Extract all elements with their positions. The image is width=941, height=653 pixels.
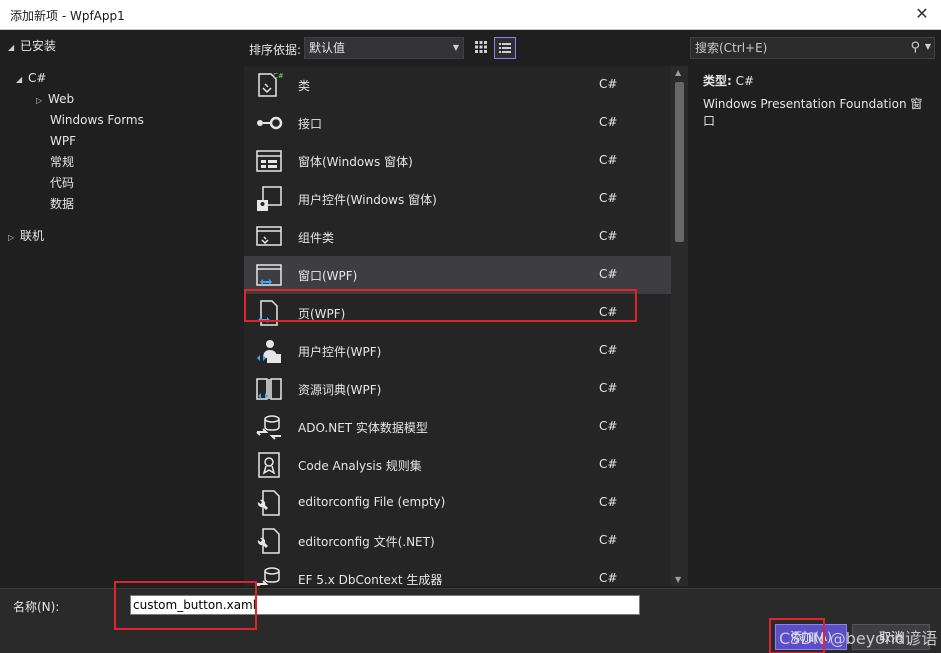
resource-dictionary-icon	[256, 378, 282, 400]
data-model-icon	[256, 415, 281, 440]
search-box: ⚲ ▼	[690, 37, 935, 59]
list-item[interactable]: C# 类 C#	[244, 66, 671, 104]
generator-icon	[256, 567, 280, 586]
collapsed-arrow-icon: ▷	[36, 96, 43, 105]
list-item[interactable]: editorconfig File (empty) C#	[244, 484, 671, 522]
list-item[interactable]: 接口 C#	[244, 104, 671, 142]
svg-text:C#: C#	[273, 72, 284, 80]
tree-item-installed[interactable]: ◢ 已安装	[8, 36, 56, 56]
list-item[interactable]: 页(WPF) C#	[244, 294, 671, 332]
interface-icon	[257, 116, 283, 130]
bottom-bar: 名称(N): 添加(A) 取消 CSDN @beyond谚语	[0, 581, 941, 653]
list-item[interactable]: 用户控件(WPF) C#	[244, 332, 671, 370]
list-scrollbar[interactable]: ▲ ▼	[671, 66, 688, 586]
list-item[interactable]: 资源词典(WPF) C#	[244, 370, 671, 408]
scrollbar-thumb[interactable]	[675, 82, 684, 242]
component-icon	[256, 226, 282, 246]
details-pane: 类型: C# Windows Presentation Foundation 窗…	[690, 66, 941, 588]
config-file-icon	[257, 490, 280, 516]
list-item[interactable]: EF 5.x DbContext 生成器 C#	[244, 560, 671, 586]
user-control-wpf-icon	[257, 340, 281, 363]
tree-item-data[interactable]: 数据	[50, 194, 74, 214]
expanded-arrow-icon: ◢	[16, 75, 23, 84]
type-line: 类型: C#	[703, 72, 754, 89]
list-item[interactable]: Code Analysis 规则集 C#	[244, 446, 671, 484]
ruleset-icon	[258, 452, 280, 478]
close-icon[interactable]: ✕	[911, 3, 933, 25]
cancel-button[interactable]: 取消	[852, 624, 930, 650]
dialog-body: ◢ 已安装 ◢ C# ▷ Web Windows Forms WPF 常规 代码 数据…	[0, 30, 941, 588]
list-item-selected[interactable]: 窗口(WPF) C#	[244, 256, 671, 294]
tree-item-general[interactable]: 常规	[50, 152, 74, 172]
grid-view-button[interactable]	[470, 37, 492, 59]
name-label: 名称(N):	[13, 600, 60, 614]
tree-item-wpf[interactable]: WPF	[50, 131, 76, 151]
list-item[interactable]: 用户控件(Windows 窗体) C#	[244, 180, 671, 218]
list-item[interactable]: 组件类 C#	[244, 218, 671, 256]
sort-label: 排序依据:	[249, 43, 302, 57]
add-button[interactable]: 添加(A)	[775, 624, 847, 650]
list-item[interactable]: ADO.NET 实体数据模型 C#	[244, 408, 671, 446]
list-item[interactable]: 窗体(Windows 窗体) C#	[244, 142, 671, 180]
tree-item-csharp[interactable]: ◢ C#	[16, 68, 46, 88]
window-title: 添加新项 - WpfApp1	[10, 9, 125, 23]
window-icon	[256, 264, 282, 286]
tree-item-online[interactable]: ▷ 联机	[8, 226, 44, 246]
class-icon: C#	[258, 72, 284, 97]
name-input[interactable]	[130, 595, 640, 615]
title-bar: 添加新项 - WpfApp1 ✕	[0, 0, 941, 30]
scroll-up-arrow-icon[interactable]: ▲	[675, 68, 681, 77]
chevron-down-icon[interactable]: ▼	[925, 42, 931, 51]
sort-dropdown[interactable]: 默认值 ▼	[304, 37, 464, 59]
tree-item-windows-forms[interactable]: Windows Forms	[50, 110, 144, 130]
expanded-arrow-icon: ◢	[8, 43, 15, 52]
list-icon	[499, 43, 511, 53]
search-input[interactable]	[695, 39, 900, 57]
grid-icon	[475, 41, 487, 53]
type-label: 类型:	[703, 74, 732, 88]
form-icon	[256, 150, 282, 172]
type-value: C#	[735, 74, 755, 88]
list-item[interactable]: editorconfig 文件(.NET) C#	[244, 522, 671, 560]
tree-item-web[interactable]: ▷ Web	[36, 89, 74, 109]
scroll-down-arrow-icon[interactable]: ▼	[675, 575, 681, 584]
user-control-icon	[257, 186, 282, 211]
list-view-button[interactable]	[494, 37, 516, 59]
category-tree: ◢ 已安装 ◢ C# ▷ Web Windows Forms WPF 常规 代码 数据…	[0, 30, 243, 588]
collapsed-arrow-icon: ▷	[8, 233, 15, 242]
tree-item-code[interactable]: 代码	[50, 173, 74, 193]
config-file-icon	[257, 528, 280, 554]
search-icon[interactable]: ⚲	[910, 40, 920, 55]
template-list: C# 类 C# 接口 C# 窗体(Windows 窗体) C# 用户控件(Win…	[244, 66, 688, 586]
chevron-down-icon: ▼	[452, 43, 459, 52]
page-icon	[258, 300, 278, 326]
template-description: Windows Presentation Foundation 窗口	[703, 97, 923, 128]
